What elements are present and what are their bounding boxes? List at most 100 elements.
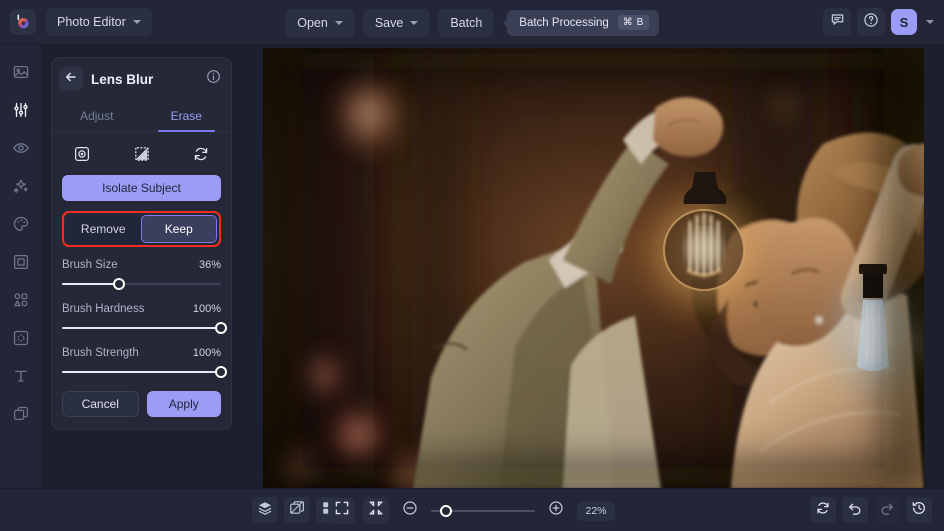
open-button-label: Open (297, 15, 328, 30)
rail-item-color[interactable] (7, 210, 35, 238)
batch-button[interactable]: Batch (438, 8, 495, 37)
user-avatar[interactable]: S (891, 9, 917, 35)
redo-button[interactable] (874, 497, 900, 523)
feedback-button[interactable] (823, 8, 851, 36)
help-button[interactable] (857, 8, 885, 36)
bottom-right-group (810, 497, 932, 523)
info-circle-icon[interactable] (206, 69, 221, 89)
panel-title: Lens Blur (91, 71, 154, 87)
undo-icon (847, 500, 863, 521)
slider-handle[interactable] (113, 278, 126, 290)
mask-overlay-icon[interactable] (131, 143, 153, 165)
batch-processing-tooltip: Batch Processing ⌘ B (507, 9, 659, 36)
tooltip-shortcut: ⌘ B (617, 15, 649, 30)
left-panel-column: Lens Blur Adjust Erase Isolate Subject R… (41, 45, 242, 488)
panel-body: Isolate Subject Remove Keep Brush Size 3… (52, 132, 231, 429)
photo-canvas[interactable] (262, 48, 924, 489)
brush-strength-value: 100% (192, 347, 221, 359)
reset-refresh-icon[interactable] (190, 143, 212, 165)
rail-item-shapes[interactable] (7, 286, 35, 314)
rail-item-text[interactable] (7, 362, 35, 390)
zoom-out-button[interactable] (397, 498, 423, 524)
brush-hardness-value: 100% (192, 303, 221, 315)
zoom-slider-handle[interactable] (439, 504, 452, 517)
zoom-level-badge[interactable]: 22% (577, 500, 615, 521)
tab-erase[interactable]: Erase (142, 100, 232, 132)
color-wheel-logo[interactable] (10, 9, 36, 35)
rail-item-retouch[interactable] (7, 324, 35, 352)
brush-hardness-slider-block: Brush Hardness 100% (62, 303, 227, 334)
slider-handle[interactable] (215, 366, 227, 378)
reset-button[interactable] (810, 497, 836, 523)
tab-adjust[interactable]: Adjust (52, 100, 142, 131)
canvas-area[interactable] (242, 45, 944, 489)
slider-fill (62, 327, 221, 329)
fullscreen-button[interactable] (329, 497, 355, 524)
rail-item-eye[interactable] (7, 134, 35, 162)
rail-item-layers[interactable] (7, 400, 35, 428)
zoom-slider[interactable] (431, 504, 535, 517)
brush-strength-slider-block: Brush Strength 100% (62, 347, 227, 378)
zoom-in-icon (548, 500, 564, 521)
bottom-toolbar: 22% (0, 488, 944, 531)
remove-option[interactable]: Remove (66, 215, 141, 243)
chat-bubble-icon (830, 12, 845, 32)
slider-fill (62, 371, 221, 373)
chevron-down-icon (132, 20, 141, 24)
fit-to-screen-icon (368, 500, 384, 521)
rail-item-adjust[interactable] (7, 96, 35, 124)
brush-size-slider[interactable] (62, 278, 221, 290)
avatar-initial: S (899, 14, 909, 30)
history-button[interactable] (906, 497, 932, 523)
brush-strength-label: Brush Strength (62, 347, 139, 359)
layers-icon (257, 500, 273, 521)
brush-size-slider-block: Brush Size 36% (62, 259, 221, 290)
cancel-button[interactable]: Cancel (62, 391, 139, 417)
chevron-down-icon (334, 20, 343, 25)
expand-fullscreen-icon (334, 500, 350, 521)
compare-button[interactable] (284, 497, 310, 523)
brush-hardness-label: Brush Hardness (62, 303, 145, 315)
zoom-in-button[interactable] (543, 498, 569, 524)
undo-button[interactable] (842, 497, 868, 523)
zoom-controls: 22% (0, 489, 944, 531)
app-switcher[interactable]: Photo Editor (46, 8, 152, 36)
apply-button[interactable]: Apply (146, 391, 221, 417)
compare-split-icon (289, 500, 305, 521)
remove-keep-highlight: Remove Keep (62, 211, 221, 247)
isolate-subject-button[interactable]: Isolate Subject (62, 175, 221, 201)
erase-tool-row (62, 143, 221, 175)
tool-rail (0, 45, 41, 488)
rail-item-effects[interactable] (7, 172, 35, 200)
photo-editor-app: Photo Editor Open Save Batch Batch Proce… (0, 0, 944, 531)
brush-size-value: 36% (198, 259, 221, 271)
brush-size-header: Brush Size 36% (62, 259, 221, 271)
app-switcher-label: Photo Editor (57, 15, 126, 29)
keep-option[interactable]: Keep (140, 215, 217, 243)
zoom-out-icon (402, 500, 418, 521)
redo-icon (879, 500, 895, 521)
question-circle-icon (863, 12, 879, 33)
reset-rotate-icon (815, 500, 831, 521)
slider-fill (62, 283, 120, 285)
layers-button[interactable] (252, 497, 278, 523)
brush-strength-slider[interactable] (62, 366, 227, 378)
brush-strength-header: Brush Strength 100% (62, 347, 221, 359)
remove-keep-segmented-control: Remove Keep (66, 215, 217, 243)
fit-to-screen-button[interactable] (363, 497, 389, 524)
top-toolbar: Photo Editor Open Save Batch Batch Proce… (0, 0, 944, 45)
rail-item-image[interactable] (7, 58, 35, 86)
arrow-left-icon (64, 70, 78, 89)
panel-actions: Cancel Apply (62, 391, 221, 417)
chevron-down-icon (410, 20, 419, 25)
open-button[interactable]: Open (285, 8, 355, 37)
subject-select-icon[interactable] (71, 143, 93, 165)
save-button[interactable]: Save (362, 8, 431, 37)
slider-handle[interactable] (215, 322, 227, 334)
brush-hardness-header: Brush Hardness 100% (62, 303, 221, 315)
top-toolbar-right-group: S (823, 8, 934, 36)
brush-hardness-slider[interactable] (62, 322, 227, 334)
rail-item-frame[interactable] (7, 248, 35, 276)
chevron-down-icon[interactable] (926, 20, 934, 24)
panel-back-button[interactable] (59, 67, 83, 91)
